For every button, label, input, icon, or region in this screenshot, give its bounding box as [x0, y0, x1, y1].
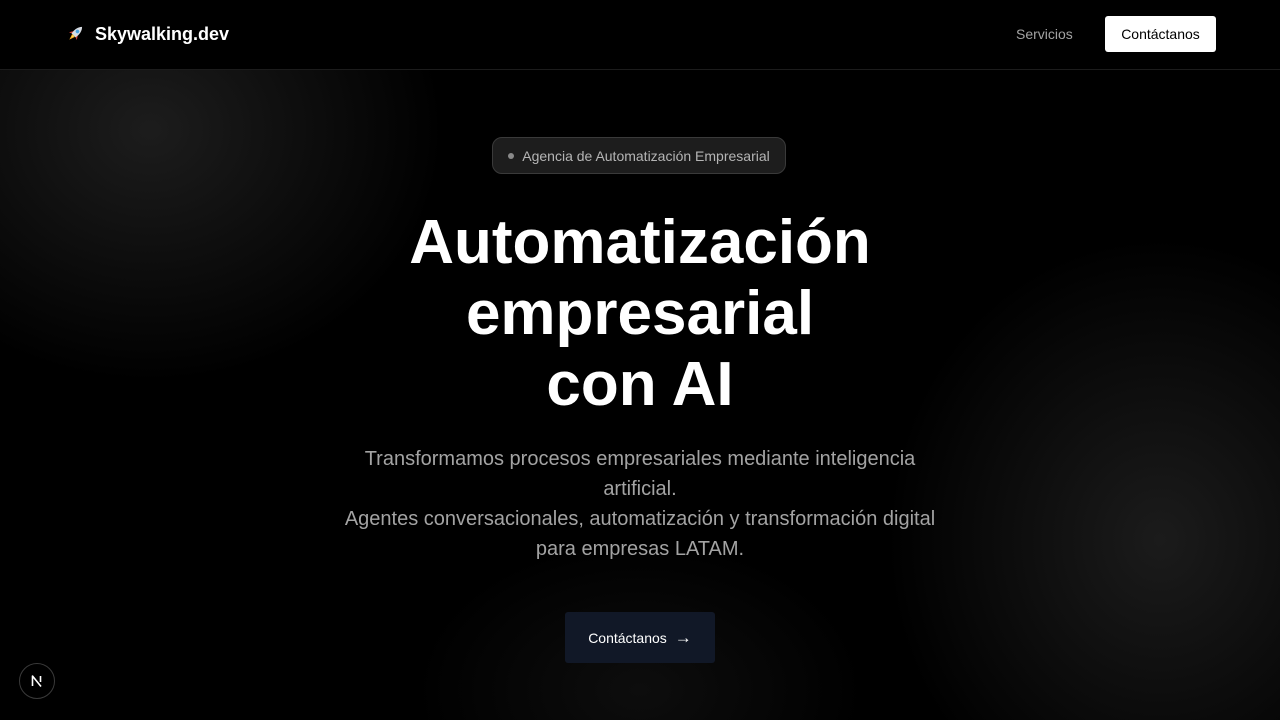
hero-subtitle-line: Transformamos procesos empresariales med…: [364, 448, 916, 470]
nextjs-dev-indicator[interactable]: [19, 663, 55, 699]
rocket-icon: [68, 26, 83, 41]
badge-dot-icon: [508, 152, 515, 159]
hero-title-line: con AI: [546, 350, 734, 419]
hero-subtitle-line: Agentes conversacionales, automatización…: [344, 508, 936, 530]
site-header: Skywalking.dev Servicios Contáctanos: [0, 0, 1280, 70]
hero-contact-button[interactable]: Contáctanos →: [565, 612, 715, 663]
hero-title-line: Automatización: [409, 208, 871, 277]
brand-name: Skywalking.dev: [95, 23, 230, 44]
nav-link-services[interactable]: Servicios: [1016, 26, 1073, 42]
header-contact-button[interactable]: Contáctanos: [1105, 16, 1216, 52]
brand-logo[interactable]: Skywalking.dev: [63, 22, 229, 46]
hero-title: Automatización empresarial con AI: [240, 207, 1040, 420]
hero-title-line: empresarial: [465, 279, 815, 348]
hero-subtitle: Transformamos procesos empresariales med…: [330, 444, 950, 564]
hero-subtitle-line: para empresas LATAM.: [535, 538, 745, 560]
arrow-right-icon: →: [674, 628, 692, 647]
hero-badge: Agencia de Automatización Empresarial: [492, 137, 786, 174]
hero-subtitle-line: artificial.: [603, 478, 677, 500]
nextjs-icon: [31, 675, 42, 688]
badge-text: Agencia de Automatización Empresarial: [522, 147, 770, 164]
hero-contact-label: Contáctanos: [588, 629, 667, 646]
landing-page: Skywalking.dev Servicios Contáctanos Age…: [0, 0, 1280, 720]
